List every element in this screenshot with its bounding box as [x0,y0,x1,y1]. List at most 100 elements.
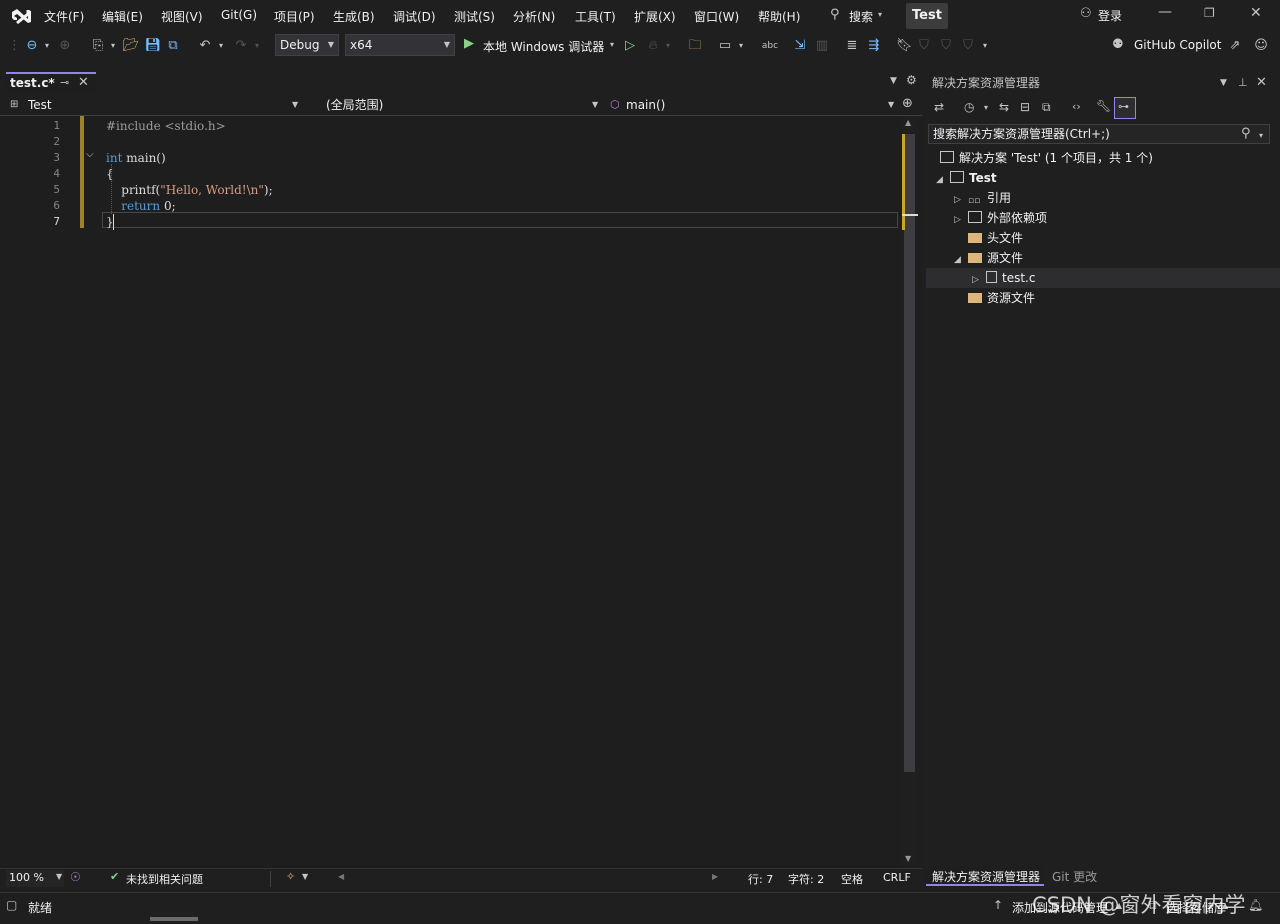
pin-icon[interactable]: ⊥ [1238,72,1248,94]
save-all-icon[interactable]: ⧉ [164,37,182,55]
line-position[interactable]: 行: 7 [748,871,773,887]
chevron-down-icon[interactable]: ▾ [736,37,746,55]
close-window-button[interactable]: ✕ [1250,5,1262,21]
menu-analyze[interactable]: 分析(N) [513,8,555,25]
chevron-down-icon[interactable]: ▾ [984,103,988,112]
tree-item-project[interactable]: ◢ Test [936,168,997,188]
tab-list-dropdown-icon[interactable]: ▼ [890,76,897,86]
bookmark-icon[interactable]: 🔖︎ [896,37,913,55]
tab-git-changes[interactable]: Git 更改 [1048,866,1108,886]
start-debugging-button[interactable]: ▶ 本地 Windows 调试器 ▾ [462,36,620,56]
new-project-icon[interactable]: ⎘ [88,37,108,55]
restore-button[interactable]: ❐ [1204,6,1215,20]
tree-item-source-files[interactable]: ◢ 源文件 [954,248,1023,268]
chevron-down-icon[interactable]: ▼ [302,872,308,881]
line-ending[interactable]: CRLF [883,871,911,884]
pin-icon[interactable]: ⊸ [60,76,69,89]
code-view-icon[interactable]: ‹› [1072,100,1081,113]
solution-folder-icon[interactable]: 🗀 [686,37,704,55]
code-editor[interactable]: ⌵ 1 2 3 4 5 6 7 #include <stdio.h> int m… [0,116,902,868]
history-icon[interactable]: ◷ [964,100,974,114]
layout-icon[interactable]: ▭ [716,37,734,55]
output-window-icon[interactable]: ▢ [6,898,17,912]
column-position[interactable]: 字符: 2 [788,871,824,887]
share-icon[interactable]: ⇗ [1226,37,1244,55]
chevron-down-icon[interactable]: ▾ [980,37,990,55]
start-without-debugging-icon[interactable]: ▷ [622,37,638,55]
collapse-chevron-icon[interactable]: ⌵ [86,149,94,160]
menu-debug[interactable]: 调试(D) [393,8,436,25]
tab-solution-explorer[interactable]: 解决方案资源管理器 [926,866,1044,886]
bookmark-clear-icon[interactable]: ⛉ [960,37,976,55]
search-button[interactable]: ⚲ 搜索 ▾ [822,6,884,26]
scrollbar-thumb[interactable] [904,134,915,772]
preview-toggle-button[interactable]: ⊶ [1114,97,1136,119]
open-folder-icon[interactable]: 📂︎ [122,37,140,55]
comment-icon[interactable]: ≣ [842,37,862,55]
menu-build[interactable]: 生成(B) [333,8,375,25]
platform-combo[interactable]: x64 ▼ [345,34,455,56]
watch-icon[interactable]: ▥ [812,37,832,55]
visual-studio-logo-icon[interactable] [10,6,32,26]
tree-item-external-deps[interactable]: ▷ 外部依赖项 [954,208,1047,228]
chevron-down-icon[interactable]: ▾ [108,37,118,55]
menu-extensions[interactable]: 扩展(X) [634,8,676,25]
scroll-up-icon[interactable]: ▲ [905,118,911,127]
login-button[interactable]: 登录 [1098,7,1122,24]
gear-icon[interactable]: ⚙ [906,73,917,87]
scroll-left-icon[interactable]: ◀ [338,872,344,881]
tree-item-resource-files[interactable]: 资源文件 [968,288,1035,308]
save-icon[interactable]: 💾︎ [144,37,162,55]
chevron-down-icon[interactable]: ▾ [216,37,226,55]
member-dropdown[interactable]: ⬡ main() ▼ [608,96,898,114]
code-cleanup-icon[interactable]: ✧ [286,870,295,883]
menu-git[interactable]: Git(G) [221,8,257,22]
config-combo[interactable]: Debug ▼ [275,34,339,56]
scroll-down-icon[interactable]: ▼ [905,854,911,863]
menu-tools[interactable]: 工具(T) [575,8,616,25]
chevron-down-icon[interactable]: ▾ [663,37,673,55]
menu-file[interactable]: 文件(F) [44,8,84,25]
notifications-icon[interactable]: 🔔︎ [1248,898,1263,912]
menu-test[interactable]: 测试(S) [454,8,495,25]
intellicode-icon[interactable]: ☉ [70,870,81,884]
hot-reload-icon[interactable]: 🔥︎ [644,37,662,55]
menu-window[interactable]: 窗口(W) [694,8,739,25]
navigate-forward-icon[interactable]: ⊕ [56,37,74,55]
project-dropdown[interactable]: ⊞ Test ▼ [6,96,306,114]
step-icon[interactable]: ⇲ [790,37,810,55]
bookmark-next-icon[interactable]: ⛉ [938,37,954,55]
uncomment-icon[interactable]: ⇶ [864,37,884,55]
split-editor-icon[interactable]: ⊕ [902,96,913,111]
undo-icon[interactable]: ↶ [196,37,214,55]
indent-mode[interactable]: 空格 [841,871,863,887]
chevron-down-icon[interactable]: ▾ [42,37,52,55]
github-copilot-button[interactable]: ⚉ GitHub Copilot [1112,36,1232,56]
issues-label[interactable]: 未找到相关问题 [126,871,203,887]
sync-icon[interactable]: ⇆ [999,100,1009,114]
close-icon[interactable]: ✕ [1256,72,1267,94]
scroll-right-icon[interactable]: ▶ [712,872,718,881]
tree-item-test-c[interactable]: ▷ test.c [972,268,1035,288]
menu-view[interactable]: 视图(V) [161,8,203,25]
window-position-dropdown-icon[interactable]: ▼ [1220,72,1227,94]
spell-check-icon[interactable]: abc [760,37,780,55]
minimize-button[interactable]: — [1158,4,1172,20]
scope-dropdown[interactable]: (全局范围) ▼ [322,96,604,114]
vertical-scrollbar[interactable]: ▲ ▼ [902,116,918,868]
switch-views-icon[interactable]: ⇄ [934,100,944,114]
chevron-down-icon[interactable]: ▾ [252,37,262,55]
tree-item-references[interactable]: ▷ ▫▫ 引用 [954,188,1011,208]
tree-item-header-files[interactable]: 头文件 [968,228,1023,248]
menu-project[interactable]: 项目(P) [274,8,315,25]
close-icon[interactable]: ✕ [78,75,89,90]
menu-edit[interactable]: 编辑(E) [102,8,143,25]
zoom-combo[interactable]: 100 % ▼ [6,870,64,887]
bookmark-prev-icon[interactable]: ⛉ [916,37,932,55]
properties-wrench-icon[interactable]: 🔧︎ [1096,99,1111,113]
collapse-all-icon[interactable]: ⊟ [1020,100,1030,114]
menu-help[interactable]: 帮助(H) [758,8,800,25]
tab-test-c[interactable]: test.c* ⊸ ✕ [6,72,96,94]
redo-icon[interactable]: ↷ [232,37,250,55]
navigate-back-icon[interactable]: ⊖ [22,37,42,55]
